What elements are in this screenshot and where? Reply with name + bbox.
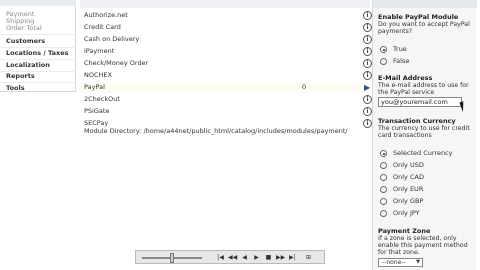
module-row-psigate[interactable]: PSiGate i [80,106,372,117]
module-row-ipayment[interactable]: iPayment i [80,46,372,57]
currency-gbp-radio[interactable] [380,198,387,205]
payment-zone-select[interactable]: --none-- ▼ [378,258,423,267]
payment-zone-desc: If a zone is selected, only enable this … [378,235,468,256]
module-name: Check/Money Order [84,59,149,67]
modules-table-header [80,0,370,8]
currency-eur-radio[interactable] [380,186,387,193]
enable-true-label: True [393,45,407,53]
fullscreen-icon[interactable]: ⊞ [304,254,313,262]
currency-option-label: Only GBP [393,197,424,205]
enable-false-label: False [393,57,410,65]
module-row-paypal[interactable]: PayPal 0 ▶ [80,82,370,93]
mouse-cursor-icon [459,99,471,113]
module-directory-path: Module Directory: /home/a44net/public_ht… [84,127,348,135]
nav-item-reports[interactable]: Reports [6,72,35,80]
currency-usd-radio[interactable] [380,162,387,169]
currency-option-label: Only EUR [393,185,424,193]
currency-option-label: Only USD [393,161,424,169]
info-icon[interactable]: i [363,95,372,104]
module-row-2checkout[interactable]: 2CheckOut i [80,94,372,105]
nav-subitem-order-total[interactable]: Order Total [6,25,42,32]
currency-option-label: Selected Currency [393,149,453,157]
module-name: PSiGate [84,107,110,115]
currency-cad-radio[interactable] [380,174,387,181]
nav-divider [0,82,76,83]
module-name: Credit Card [84,23,121,31]
fast-forward-icon[interactable]: ▶▶ [276,254,285,262]
module-name: Authorize.net [84,11,128,19]
chevron-down-icon: ▼ [416,259,420,265]
left-nav: Payment Shipping Order Total Customers L… [0,0,76,92]
email-title: E-Mail Address [378,74,433,82]
enable-false-radio[interactable] [380,58,387,65]
video-player-toolbar: |◀ ◀◀ ◀ ▶ ■ ▶▶ ▶| ⊞ [135,250,325,264]
module-name: 2CheckOut [84,95,120,103]
nav-item-customers[interactable]: Customers [6,37,45,45]
step-back-icon[interactable]: ◀ [240,254,249,262]
info-icon[interactable]: i [363,71,372,80]
info-icon[interactable]: i [363,59,372,68]
info-icon[interactable]: i [363,47,372,56]
module-row-credit-card[interactable]: Credit Card i [80,22,372,33]
info-icon[interactable]: i [363,23,372,32]
enable-module-title: Enable PayPal Module [378,13,459,21]
enable-module-desc: Do you want to accept PayPal payments? [378,21,470,35]
info-icon[interactable]: i [363,35,372,44]
enable-true-radio[interactable] [380,46,387,53]
currency-option-label: Only CAD [393,173,424,181]
skip-end-icon[interactable]: ▶| [288,254,297,262]
currency-jpy-radio[interactable] [380,210,387,217]
nav-divider [0,59,76,60]
module-name: PayPal [84,83,105,91]
module-row-check-money-order[interactable]: Check/Money Order i [80,58,372,69]
currency-option-label: Only JPY [393,209,420,217]
nav-item-locations-taxes[interactable]: Locations / Taxes [6,49,69,57]
nav-item-tools[interactable]: Tools [6,84,25,92]
currency-desc: The currency to use for credit card tran… [378,125,470,139]
module-row-cash-on-delivery[interactable]: Cash on Delivery i [80,34,372,45]
currency-title: Transaction Currency [378,117,456,125]
panel-header [373,0,477,8]
nav-item-localization[interactable]: Localization [6,61,50,69]
email-desc: The e-mail address to use for the PayPal… [378,82,469,96]
arrow-right-icon: ▶ [364,83,371,92]
payment-zone-value: --none-- [382,259,406,266]
nav-divider [0,47,76,48]
payment-zone-title: Payment Zone [378,227,431,235]
info-icon[interactable]: i [363,119,372,128]
nav-divider [0,34,76,35]
nav-top-band [0,0,76,6]
email-field[interactable]: you@youremail.com [378,97,462,107]
module-row-authorizenet[interactable]: Authorize.net i [80,10,372,21]
skip-start-icon[interactable]: |◀ [216,254,225,262]
module-sort-order: 0 [302,83,307,91]
module-row-nochex[interactable]: NOCHEX i [80,70,372,81]
currency-selected-radio[interactable] [380,150,387,157]
info-icon[interactable]: i [363,11,372,20]
module-config-panel: Enable PayPal Module Do you want to acce… [372,0,477,270]
seek-thumb[interactable] [170,253,174,263]
info-icon[interactable]: i [363,107,372,116]
stop-icon[interactable]: ■ [264,254,273,262]
module-name: iPayment [84,47,115,55]
rewind-icon[interactable]: ◀◀ [228,254,237,262]
module-name: NOCHEX [84,71,112,79]
module-name: Cash on Delivery [84,35,140,43]
play-icon[interactable]: ▶ [252,254,261,262]
